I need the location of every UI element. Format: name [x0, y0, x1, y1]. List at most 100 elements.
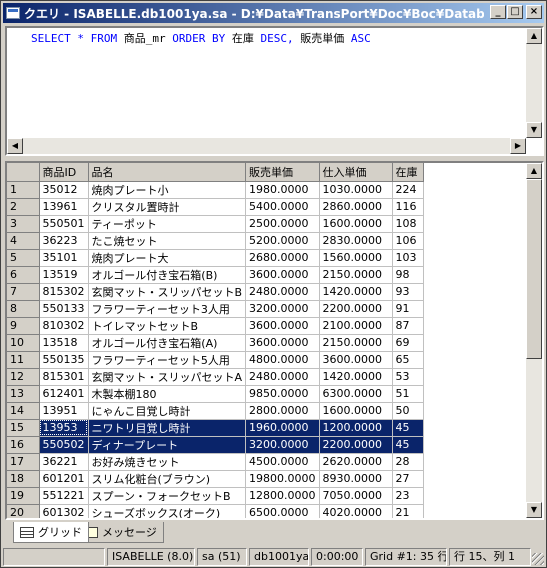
row-number[interactable]: 18 [7, 470, 40, 488]
resize-grip-icon[interactable] [532, 553, 544, 565]
sql-statement[interactable]: SELECT * FROM 商品_mr ORDER BY 在庫 DESC, 販売… [31, 30, 371, 46]
cell-sale-price[interactable]: 1980.0000 [245, 181, 320, 199]
cell-purchase-price[interactable]: 8930.0000 [319, 470, 393, 488]
table-row[interactable]: 11 550135 フラワーティーセット5人用 4800.0000 3600.0000 6… [7, 351, 424, 369]
cell-product-name[interactable]: スリム化粧台(ブラウン) [88, 470, 247, 488]
row-number[interactable]: 17 [7, 453, 40, 471]
cell-product-id[interactable]: 13951 [39, 402, 89, 420]
table-row[interactable]: 4 36223 たこ焼セット 5200.0000 2830.0000 106 [7, 232, 424, 250]
table-row[interactable]: 9 810302 トイレマットセットB 3600.0000 2100.0000 87 [7, 317, 424, 335]
scroll-right-arrow-icon[interactable]: ▶ [510, 138, 526, 154]
cell-product-id[interactable]: 13518 [39, 334, 89, 352]
cell-purchase-price[interactable]: 2150.0000 [319, 334, 393, 352]
cell-product-id[interactable]: 550501 [39, 215, 89, 233]
row-number[interactable]: 19 [7, 487, 40, 505]
cell-stock[interactable]: 21 [392, 504, 424, 518]
cell-product-id[interactable]: 612401 [39, 385, 89, 403]
row-number[interactable]: 16 [7, 436, 40, 454]
cell-sale-price[interactable]: 1960.0000 [245, 419, 320, 437]
cell-product-name[interactable]: 焼肉プレート大 [88, 249, 247, 267]
cell-product-name[interactable]: 木製本棚180 [88, 385, 247, 403]
cell-sale-price[interactable]: 2500.0000 [245, 215, 320, 233]
grid-scroll-thumb[interactable] [526, 179, 542, 359]
cell-product-id[interactable]: 550502 [39, 436, 89, 454]
cell-stock[interactable]: 116 [392, 198, 424, 216]
table-row[interactable]: 13 612401 木製本棚180 9850.0000 6300.0000 51 [7, 385, 424, 403]
cell-stock[interactable]: 103 [392, 249, 424, 267]
table-row[interactable]: 19 551221 スプーン・フォークセットB 12800.0000 7050.0000… [7, 487, 424, 505]
cell-stock[interactable]: 65 [392, 351, 424, 369]
cell-purchase-price[interactable]: 2200.0000 [319, 436, 393, 454]
cell-product-id[interactable]: 36221 [39, 453, 89, 471]
table-row[interactable]: 15 13953 ニワトリ目覚し時計 1960.0000 1200.0000 45 [7, 419, 424, 437]
maximize-button[interactable]: □ [507, 5, 523, 19]
cell-sale-price[interactable]: 6500.0000 [245, 504, 320, 518]
cell-product-name[interactable]: スプーン・フォークセットB [88, 487, 247, 505]
cell-product-id[interactable]: 36223 [39, 232, 89, 250]
cell-stock[interactable]: 93 [392, 283, 424, 301]
results-grid[interactable]: 商品ID 品名 販売単価 仕入単価 在庫 1 35012 焼肉プレート小 1980.0… [5, 161, 544, 520]
row-number[interactable]: 10 [7, 334, 40, 352]
cell-product-id[interactable]: 550133 [39, 300, 89, 318]
grid-vertical-scrollbar[interactable]: ▲ ▼ [526, 163, 542, 518]
table-row[interactable]: 6 13519 オルゴール付き宝石箱(B) 3600.0000 2150.0000 98 [7, 266, 424, 284]
row-number[interactable]: 11 [7, 351, 40, 369]
cell-stock[interactable]: 106 [392, 232, 424, 250]
cell-purchase-price[interactable]: 2150.0000 [319, 266, 393, 284]
cell-purchase-price[interactable]: 1420.0000 [319, 283, 393, 301]
sql-horizontal-scrollbar[interactable]: ◀ ▶ [7, 138, 526, 154]
cell-product-name[interactable]: オルゴール付き宝石箱(A) [88, 334, 247, 352]
table-row[interactable]: 18 601201 スリム化粧台(ブラウン) 19800.0000 8930.0000 2… [7, 470, 424, 488]
cell-product-name[interactable]: 焼肉プレート小 [88, 181, 247, 199]
row-number[interactable]: 4 [7, 232, 40, 250]
cell-sale-price[interactable]: 2480.0000 [245, 368, 320, 386]
cell-purchase-price[interactable]: 1420.0000 [319, 368, 393, 386]
cell-product-name[interactable]: 玄関マット・スリッパセットB [88, 283, 247, 301]
cell-product-name[interactable]: フラワーティーセット5人用 [88, 351, 247, 369]
cell-stock[interactable]: 224 [392, 181, 424, 199]
table-row[interactable]: 5 35101 焼肉プレート大 2680.0000 1560.0000 103 [7, 249, 424, 267]
cell-purchase-price[interactable]: 2200.0000 [319, 300, 393, 318]
cell-purchase-price[interactable]: 2860.0000 [319, 198, 393, 216]
cell-product-id[interactable]: 550135 [39, 351, 89, 369]
row-number[interactable]: 2 [7, 198, 40, 216]
row-number[interactable]: 14 [7, 402, 40, 420]
cell-purchase-price[interactable]: 1600.0000 [319, 402, 393, 420]
table-row[interactable]: 20 601302 シューズボックス(オーク) 6500.0000 4020.0000 2… [7, 504, 424, 518]
tab-messages[interactable]: メッセージ [77, 522, 164, 543]
row-number[interactable]: 7 [7, 283, 40, 301]
cell-product-name[interactable]: オルゴール付き宝石箱(B) [88, 266, 247, 284]
cell-purchase-price[interactable]: 1030.0000 [319, 181, 393, 199]
scroll-down-arrow-icon[interactable]: ▼ [526, 122, 542, 138]
grid-scroll-up-arrow-icon[interactable]: ▲ [526, 163, 542, 179]
cell-stock[interactable]: 51 [392, 385, 424, 403]
cell-product-id[interactable]: 13953 [39, 419, 89, 437]
cell-stock[interactable]: 69 [392, 334, 424, 352]
row-number[interactable]: 15 [7, 419, 40, 437]
scroll-up-arrow-icon[interactable]: ▲ [526, 28, 542, 44]
cell-product-name[interactable]: お好み焼きセット [88, 453, 247, 471]
minimize-button[interactable]: _ [490, 5, 506, 19]
table-row[interactable]: 17 36221 お好み焼きセット 4500.0000 2620.0000 28 [7, 453, 424, 471]
column-header-purchase-price[interactable]: 仕入単価 [319, 163, 393, 182]
cell-product-name[interactable]: ディナープレート [88, 436, 247, 454]
cell-purchase-price[interactable]: 4020.0000 [319, 504, 393, 518]
cell-purchase-price[interactable]: 1600.0000 [319, 215, 393, 233]
column-header-stock[interactable]: 在庫 [392, 163, 424, 182]
cell-sale-price[interactable]: 2680.0000 [245, 249, 320, 267]
cell-product-name[interactable]: クリスタル置時計 [88, 198, 247, 216]
cell-sale-price[interactable]: 4800.0000 [245, 351, 320, 369]
cell-stock[interactable]: 87 [392, 317, 424, 335]
cell-product-id[interactable]: 35101 [39, 249, 89, 267]
cell-product-name[interactable]: フラワーティーセット3人用 [88, 300, 247, 318]
cell-purchase-price[interactable]: 1560.0000 [319, 249, 393, 267]
table-row[interactable]: 10 13518 オルゴール付き宝石箱(A) 3600.0000 2150.0000 69 [7, 334, 424, 352]
row-number[interactable]: 6 [7, 266, 40, 284]
cell-sale-price[interactable]: 12800.0000 [245, 487, 320, 505]
cell-sale-price[interactable]: 19800.0000 [245, 470, 320, 488]
title-bar[interactable]: クエリ - ISABELLE.db1001ya.sa - D:¥Data¥Tra… [3, 3, 544, 23]
cell-sale-price[interactable]: 2480.0000 [245, 283, 320, 301]
cell-sale-price[interactable]: 2800.0000 [245, 402, 320, 420]
row-header-corner[interactable] [7, 163, 40, 182]
table-row[interactable]: 14 13951 にゃんこ目覚し時計 2800.0000 1600.0000 50 [7, 402, 424, 420]
